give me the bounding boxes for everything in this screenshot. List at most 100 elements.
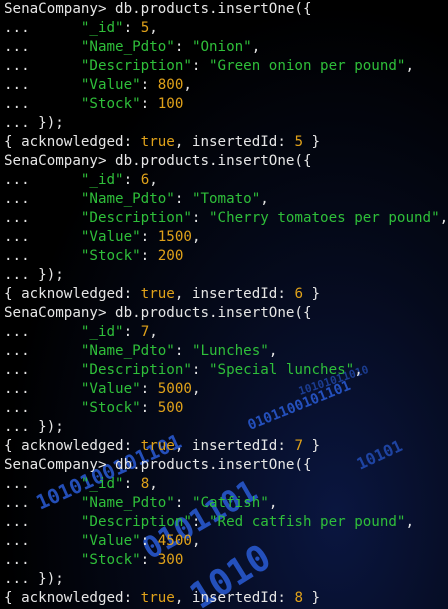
field-line: ... "_id": 8, (4, 475, 448, 494)
acknowledged-value: true (140, 134, 175, 150)
comma: , (191, 533, 201, 549)
statement-close: ... }); (4, 419, 64, 435)
field-key: "Description" (80, 362, 192, 378)
terminal-window[interactable]: 0101100101101 10101011010 1010100101101 … (0, 0, 448, 609)
field-value: 5 (140, 20, 150, 36)
field-line: ... "Stock": 200 (4, 247, 448, 266)
result-mid: , insertedId: (174, 590, 295, 606)
field-value: 800 (157, 77, 184, 93)
field-key: "Value" (80, 533, 141, 549)
field-separator: : (140, 229, 158, 245)
field-value: 7 (140, 324, 150, 340)
comma: , (149, 476, 158, 492)
command-text: db.products.insertOne({ (115, 305, 312, 321)
command-line: SenaCompany> db.products.insertOne({ (4, 304, 448, 323)
field-value: "Tomato" (191, 191, 261, 207)
field-value: 200 (157, 248, 184, 264)
command-text: db.products.insertOne({ (115, 1, 312, 17)
continuation-marker: ... (4, 172, 81, 188)
continuation-marker: ... (4, 533, 81, 549)
field-key: "_id" (80, 476, 124, 492)
continuation-marker: ... (4, 514, 81, 530)
field-key: "_id" (80, 172, 124, 188)
close-line: ... }); (4, 418, 448, 437)
field-value: 8 (140, 476, 150, 492)
close-line: ... }); (4, 570, 448, 589)
result-open: { acknowledged: (4, 134, 141, 150)
field-separator: : (123, 476, 141, 492)
field-line: ... "_id": 5, (4, 19, 448, 38)
field-line: ... "Description": "Green onion per poun… (4, 57, 448, 76)
field-separator: : (140, 77, 158, 93)
result-open: { acknowledged: (4, 286, 141, 302)
result-line: { acknowledged: true, insertedId: 8 } (4, 589, 448, 608)
comma: , (183, 77, 192, 93)
comma: , (149, 324, 158, 340)
field-line: ... "Value": 4500, (4, 532, 448, 551)
continuation-marker: ... (4, 362, 81, 378)
shell-prompt: SenaCompany> (4, 457, 116, 473)
result-open: { acknowledged: (4, 590, 141, 606)
field-value: 6 (140, 172, 150, 188)
field-line: ... "Value": 5000, (4, 380, 448, 399)
field-key: "Description" (80, 210, 192, 226)
field-line: ... "_id": 6, (4, 171, 448, 190)
continuation-marker: ... (4, 229, 81, 245)
field-separator: : (140, 381, 158, 397)
field-line: ... "Stock": 100 (4, 95, 448, 114)
field-value: "Onion" (191, 39, 252, 55)
inserted-id-value: 7 (294, 438, 303, 454)
result-close: } (302, 134, 321, 150)
command-text: db.products.insertOne({ (115, 153, 312, 169)
field-key: "Value" (80, 381, 141, 397)
field-key: "Stock" (80, 552, 141, 568)
field-value: 1500 (157, 229, 192, 245)
field-key: "Stock" (80, 248, 141, 264)
field-value: "Lunches" (191, 343, 269, 359)
field-separator: : (123, 20, 141, 36)
statement-close: ... }); (4, 267, 64, 283)
field-line: ... "Name_Pdto": "Onion", (4, 38, 448, 57)
continuation-marker: ... (4, 324, 81, 340)
field-separator: : (140, 400, 158, 416)
field-value: "Catfish" (191, 495, 269, 511)
field-key: "Stock" (80, 400, 141, 416)
comma: , (354, 362, 363, 378)
field-value: 4500 (157, 533, 192, 549)
comma: , (191, 229, 201, 245)
field-line: ... "Stock": 500 (4, 399, 448, 418)
comma: , (260, 191, 269, 207)
statement-close: ... }); (4, 571, 64, 587)
field-value: 500 (157, 400, 184, 416)
inserted-id-value: 8 (294, 590, 303, 606)
field-separator: : (140, 552, 158, 568)
field-key: "Name_Pdto" (80, 191, 175, 207)
field-line: ... "Description": "Special lunches", (4, 361, 448, 380)
comma: , (268, 343, 278, 359)
comma: , (149, 20, 158, 36)
continuation-marker: ... (4, 400, 81, 416)
field-line: ... "Name_Pdto": "Tomato", (4, 190, 448, 209)
field-separator: : (174, 191, 192, 207)
result-open: { acknowledged: (4, 438, 141, 454)
result-line: { acknowledged: true, insertedId: 5 } (4, 133, 448, 152)
field-separator: : (123, 172, 141, 188)
shell-prompt: SenaCompany> (4, 153, 116, 169)
field-separator: : (123, 324, 141, 340)
field-key: "Stock" (80, 96, 141, 112)
comma: , (405, 58, 415, 74)
result-mid: , insertedId: (174, 438, 295, 454)
continuation-marker: ... (4, 248, 81, 264)
field-separator: : (140, 96, 158, 112)
continuation-marker: ... (4, 39, 81, 55)
field-value: "Green onion per pound" (209, 58, 406, 74)
continuation-marker: ... (4, 58, 81, 74)
result-close: } (302, 286, 321, 302)
result-mid: , insertedId: (174, 286, 295, 302)
field-line: ... "Name_Pdto": "Catfish", (4, 494, 448, 513)
comma: , (191, 381, 201, 397)
field-key: "Value" (80, 77, 141, 93)
field-key: "Name_Pdto" (80, 495, 175, 511)
continuation-marker: ... (4, 495, 81, 511)
command-line: SenaCompany> db.products.insertOne({ (4, 152, 448, 171)
